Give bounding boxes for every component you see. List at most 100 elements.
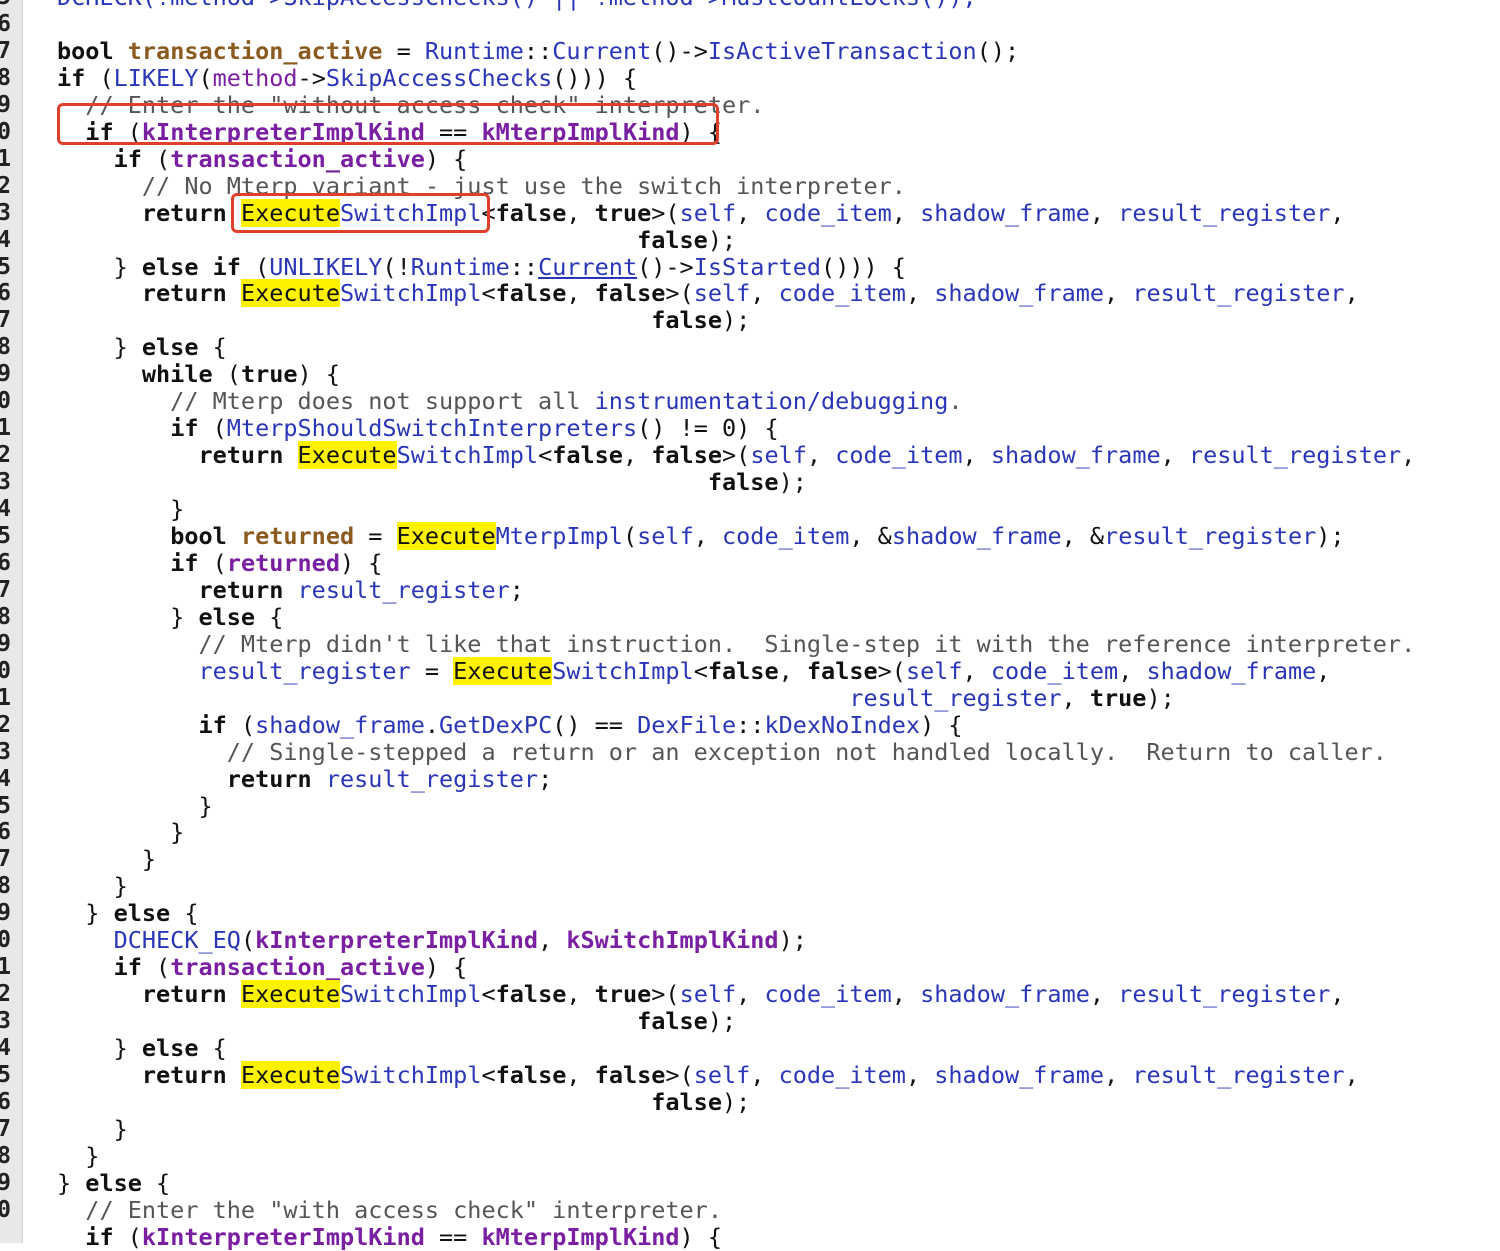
code-token: shadow_frame bbox=[891, 522, 1062, 550]
code-token: DCHECK_EQ bbox=[113, 926, 241, 955]
code-token: ()-> bbox=[651, 36, 708, 65]
code-token: SwitchImpl bbox=[339, 198, 482, 227]
line-number: 2 bbox=[0, 172, 11, 199]
code-comment: // Mterp didn't like that instruction. S… bbox=[57, 629, 1416, 658]
line-number: 4 bbox=[0, 765, 11, 792]
code-text: false); bbox=[57, 1087, 751, 1116]
code-token: ()-> bbox=[637, 252, 694, 281]
code-token: self bbox=[679, 198, 737, 227]
code-token: false bbox=[495, 198, 567, 227]
line-number: 9 bbox=[0, 361, 11, 388]
code-token: ); bbox=[778, 468, 807, 497]
line-number: 3 bbox=[0, 199, 11, 226]
code-token: ); bbox=[721, 306, 751, 335]
code-token: bool bbox=[170, 522, 241, 550]
code-token: transaction_active bbox=[170, 953, 425, 982]
code-token: SkipAccessChecks bbox=[325, 63, 553, 92]
code-text: if (kInterpreterImplKind == kMterpImplKi… bbox=[57, 117, 722, 146]
search-highlight: Execute bbox=[297, 441, 397, 470]
line-number: 4 bbox=[0, 1035, 11, 1062]
code-token: false bbox=[495, 980, 567, 1009]
code-token: ); bbox=[721, 1087, 751, 1116]
code-token: } bbox=[57, 602, 199, 631]
code-token: bool bbox=[57, 36, 128, 65]
code-token: , bbox=[891, 198, 921, 227]
code-text: // Single-stepped a return or an excepti… bbox=[57, 738, 1387, 766]
code-text: return ExecuteSwitchImpl<false, false>(s… bbox=[57, 441, 1415, 470]
code-token: , bbox=[1061, 683, 1090, 712]
code-token: shadow_frame bbox=[1146, 656, 1317, 685]
code-token: , bbox=[1344, 279, 1359, 308]
code-text: result_register = ExecuteSwitchImpl<fals… bbox=[57, 656, 1330, 685]
code-token: >( bbox=[665, 1061, 694, 1089]
code-text: false); bbox=[57, 226, 736, 254]
code-token: result_register bbox=[1118, 198, 1331, 227]
code-token: , bbox=[538, 926, 567, 955]
code-token: , bbox=[566, 980, 595, 1009]
code-token: < bbox=[693, 656, 708, 685]
code-token: , bbox=[905, 279, 935, 308]
code-token: else bbox=[141, 333, 213, 362]
code-token: -> bbox=[297, 63, 326, 92]
code-token: false bbox=[495, 279, 567, 308]
code-token: ) { bbox=[424, 953, 468, 982]
line-number: 0 bbox=[0, 657, 11, 684]
code-token: else bbox=[141, 1034, 213, 1063]
code-token: , bbox=[1160, 441, 1189, 470]
code-token: :: bbox=[736, 710, 765, 739]
code-token: { bbox=[184, 899, 199, 928]
code-text: false); bbox=[57, 469, 807, 496]
code-token: returned bbox=[226, 548, 340, 577]
code-token: , bbox=[1118, 656, 1147, 685]
code-text: DCHECK(!method->SkipAccessChecks() || !m… bbox=[57, 0, 977, 11]
code-token: kDexNoIndex bbox=[764, 710, 921, 739]
code-text: DCHECK_EQ(kInterpreterImplKind, kSwitchI… bbox=[57, 927, 807, 954]
line-number: 6 bbox=[0, 549, 11, 576]
code-token: GetDexPC bbox=[439, 710, 553, 739]
code-token: ( bbox=[156, 144, 171, 173]
code-token: } bbox=[57, 1168, 86, 1197]
code-token: code_item bbox=[778, 1061, 906, 1089]
code-editor[interactable]: 5 DCHECK(!method->SkipAccessChecks() || !… bbox=[0, 0, 1500, 1250]
code-token: ) { bbox=[920, 710, 963, 739]
line-number: 3 bbox=[0, 469, 11, 496]
code-token: < bbox=[481, 198, 496, 227]
code-token: (! bbox=[382, 252, 411, 281]
line-number: 5 bbox=[0, 523, 11, 549]
code-text: if (transaction_active) { bbox=[57, 144, 468, 173]
code-token: result_register bbox=[297, 575, 510, 604]
code-token: kInterpreterImplKind bbox=[141, 117, 425, 146]
code-token: == bbox=[424, 117, 482, 146]
code-token: ( bbox=[99, 63, 114, 92]
line-number: 3 bbox=[0, 1008, 11, 1035]
code-token: code_item bbox=[990, 656, 1119, 685]
code-text: return ExecuteSwitchImpl<false, true>(se… bbox=[57, 198, 1345, 227]
code-token: return bbox=[141, 279, 241, 308]
code-token: ( bbox=[212, 548, 227, 577]
code-text: return result_register; bbox=[57, 575, 523, 604]
line-number: 2 bbox=[0, 981, 11, 1008]
code-token: ())) { bbox=[552, 63, 638, 92]
code-token: , bbox=[962, 441, 991, 470]
code-token: } bbox=[57, 791, 213, 820]
code-token: >( bbox=[651, 198, 680, 227]
code-token: :: bbox=[523, 36, 553, 65]
code-text: bool transaction_active = Runtime::Curre… bbox=[57, 36, 1019, 65]
code-text: while (true) { bbox=[57, 361, 340, 388]
code-text: } else { bbox=[57, 602, 283, 631]
code-token: ) { bbox=[679, 117, 722, 146]
code-token: ( bbox=[156, 953, 171, 982]
code-token: , bbox=[693, 522, 723, 550]
code-token: UNLIKELY bbox=[269, 252, 383, 281]
code-token: , bbox=[1104, 279, 1133, 308]
code-text: if (LIKELY(method->SkipAccessChecks())) … bbox=[57, 63, 638, 92]
code-token: return bbox=[198, 441, 298, 470]
